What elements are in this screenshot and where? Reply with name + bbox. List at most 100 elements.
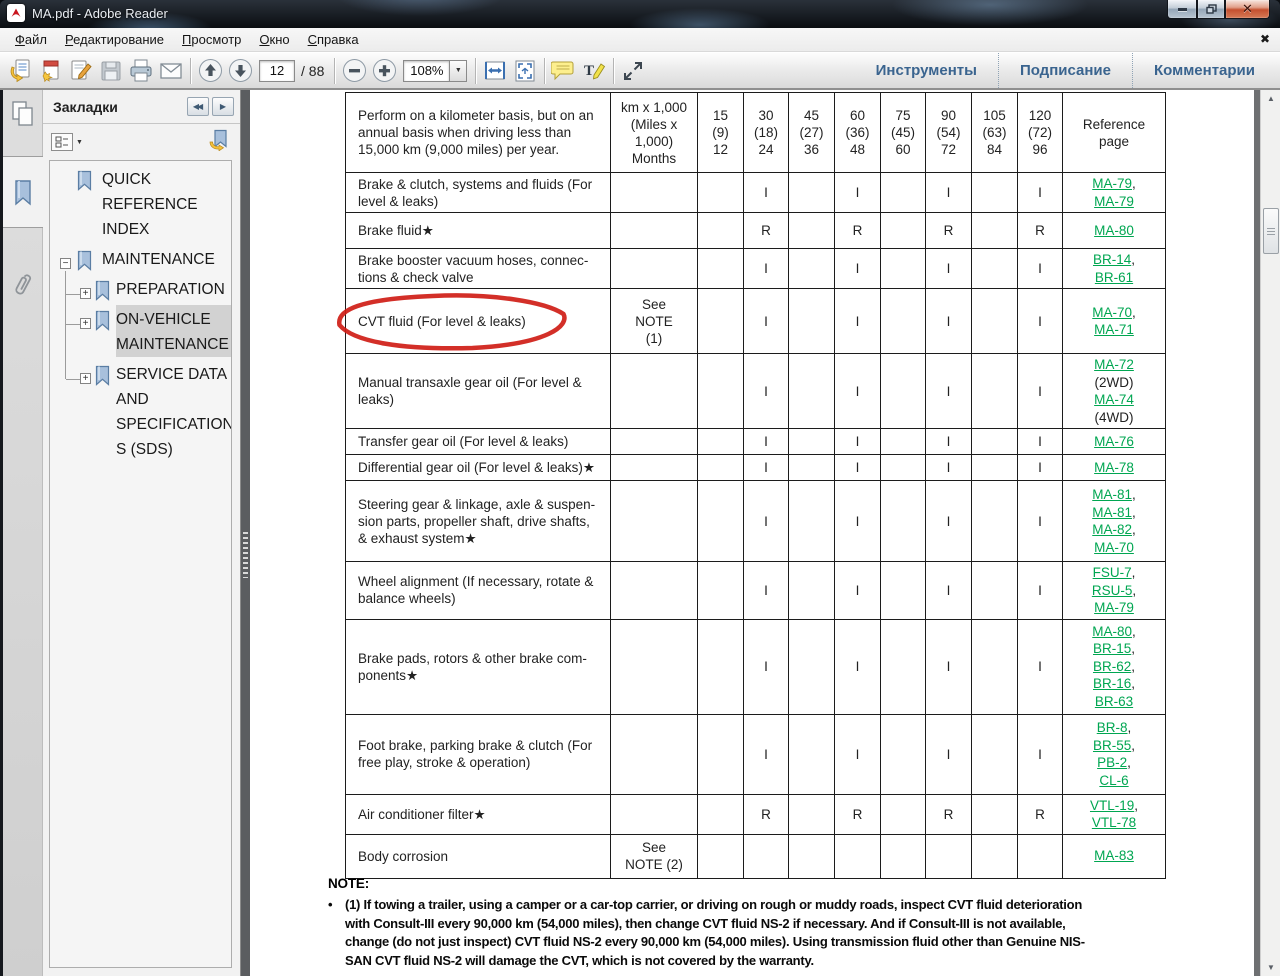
reference-link[interactable]: MA-81 [1092, 505, 1132, 520]
menu-4[interactable]: Окно [250, 29, 298, 50]
reference-link[interactable]: BR-55 [1093, 738, 1131, 753]
reference-link[interactable]: MA-70 [1092, 305, 1132, 320]
reference-link[interactable]: MA-71 [1094, 322, 1134, 337]
reference-link[interactable]: MA-70 [1094, 540, 1134, 555]
header-interval-column: 75 (45) 60 [881, 93, 926, 173]
expander-plus-icon[interactable]: + [80, 318, 91, 329]
highlight-text-button[interactable]: T [579, 56, 609, 86]
bookmark-item[interactable]: − MAINTENANCE [50, 245, 231, 272]
collapse-panel-button[interactable]: ◀◀ [187, 97, 209, 116]
reference-link[interactable]: MA-78 [1094, 460, 1134, 475]
reference-link[interactable]: BR-14 [1093, 252, 1131, 267]
toolbar-tab-1[interactable]: Инструменты [855, 53, 998, 88]
expander-minus-icon[interactable]: − [60, 258, 71, 269]
scrollbar-thumb[interactable] [1263, 208, 1279, 254]
reference-link[interactable]: MA-81 [1092, 487, 1132, 502]
bookmarks-panel-button[interactable] [3, 156, 43, 228]
toolbar-tab-3[interactable]: Комментарии [1132, 53, 1276, 88]
reference-link[interactable]: BR-62 [1093, 659, 1131, 674]
mark-cell: R [1018, 794, 1063, 834]
bookmark-label[interactable]: PREPARATION [116, 275, 232, 302]
reference-link[interactable]: CL-6 [1099, 773, 1128, 788]
reference-link[interactable]: MA-80 [1092, 624, 1132, 639]
table-row: Transfer gear oil (For level & leaks)III… [346, 429, 1166, 455]
mark-cell [972, 619, 1018, 714]
note-section: NOTE: •(1) If towing a trailer, using a … [300, 876, 1160, 976]
reference-cell: FSU-7,RSU-5,MA-79 [1063, 562, 1166, 620]
expander-plus-icon[interactable]: + [80, 288, 91, 299]
bookmark-options-button[interactable]: ▼ [51, 133, 83, 151]
new-bookmark-button[interactable] [208, 129, 230, 156]
bookmark-label[interactable]: MAINTENANCE [102, 245, 232, 272]
bookmark-label[interactable]: ON-VEHICLE MAINTENANCE [116, 305, 232, 357]
scroll-down-icon[interactable]: ▼ [1261, 959, 1280, 976]
sign-button[interactable] [66, 56, 96, 86]
reference-link[interactable]: BR-61 [1095, 270, 1133, 285]
mark-cell: I [1018, 481, 1063, 562]
reference-link[interactable]: MA-79 [1094, 194, 1134, 209]
reference-link[interactable]: MA-79 [1094, 600, 1134, 615]
reference-link[interactable]: BR-63 [1095, 694, 1133, 709]
bookmark-item[interactable]: + PREPARATION [50, 275, 231, 302]
print-button[interactable] [126, 56, 156, 86]
page-thumbnails-button[interactable] [3, 90, 43, 134]
restore-button[interactable] [1197, 0, 1225, 19]
fullscreen-button[interactable] [618, 56, 648, 86]
reference-link[interactable]: FSU-7 [1093, 565, 1132, 580]
reference-link[interactable]: MA-74 [1094, 392, 1134, 407]
bookmark-label[interactable]: QUICK REFERENCE INDEX [102, 165, 232, 242]
reference-separator: , [1132, 522, 1136, 537]
reference-link[interactable]: BR-15 [1093, 641, 1131, 656]
menu-5[interactable]: Справка [299, 29, 368, 50]
attachments-panel-button[interactable] [3, 262, 43, 310]
bookmark-label[interactable]: SERVICE DATA AND SPECIFICATION S (SDS) [116, 360, 232, 462]
panel-splitter[interactable] [240, 90, 250, 976]
vertical-scrollbar[interactable]: ▲ ▼ [1260, 90, 1280, 976]
reference-cell: MA-76 [1063, 429, 1166, 455]
reference-link[interactable]: VTL-19 [1090, 798, 1134, 813]
fit-width-button[interactable] [480, 56, 510, 86]
previous-page-button[interactable] [195, 56, 225, 86]
zoom-out-button[interactable] [339, 56, 369, 86]
reference-link[interactable]: RSU-5 [1092, 583, 1133, 598]
reference-link[interactable]: BR-16 [1093, 676, 1131, 691]
reference-link[interactable]: MA-79 [1092, 176, 1132, 191]
bookmark-item[interactable]: + ON-VEHICLE MAINTENANCE [50, 305, 231, 357]
mark-cell [972, 455, 1018, 481]
table-header-row: Perform on a kilometer basis, but on an … [346, 93, 1166, 173]
zoom-in-button[interactable] [369, 56, 399, 86]
reference-link[interactable]: PB-2 [1097, 755, 1127, 770]
mark-cell: I [926, 455, 972, 481]
email-button[interactable] [156, 56, 186, 86]
toolbar-tab-2[interactable]: Подписание [998, 53, 1132, 88]
next-page-button[interactable] [225, 56, 255, 86]
reference-link[interactable]: MA-82 [1092, 522, 1132, 537]
zoom-level-input[interactable]: 108% [403, 60, 449, 82]
reference-link[interactable]: MA-83 [1094, 848, 1134, 863]
save-button[interactable] [96, 56, 126, 86]
reference-link[interactable]: MA-72 [1094, 357, 1134, 372]
reference-line: BR-16, [1067, 675, 1161, 693]
bookmark-item[interactable]: + SERVICE DATA AND SPECIFICATION S (SDS) [50, 360, 231, 462]
expand-panel-button[interactable]: ▶ [212, 97, 234, 116]
menubar-close-icon[interactable]: ✖ [1260, 32, 1270, 46]
menu-2[interactable]: Редактирование [56, 29, 173, 50]
open-file-button[interactable] [6, 56, 36, 86]
zoom-in-icon [371, 57, 398, 84]
close-button[interactable]: ✕ [1225, 0, 1270, 19]
page-number-input[interactable]: 12 [259, 60, 295, 82]
reference-link[interactable]: MA-76 [1094, 434, 1134, 449]
reference-link[interactable]: BR-8 [1097, 720, 1128, 735]
bookmark-item[interactable]: QUICK REFERENCE INDEX [50, 165, 231, 242]
reference-link[interactable]: MA-80 [1094, 223, 1134, 238]
reference-link[interactable]: VTL-78 [1092, 815, 1136, 830]
add-comment-button[interactable] [549, 56, 579, 86]
expander-plus-icon[interactable]: + [80, 373, 91, 384]
zoom-dropdown-button[interactable]: ▼ [449, 60, 467, 82]
create-pdf-button[interactable] [36, 56, 66, 86]
fit-page-button[interactable] [510, 56, 540, 86]
scroll-up-icon[interactable]: ▲ [1261, 90, 1280, 107]
minimize-button[interactable] [1167, 0, 1197, 19]
menu-1[interactable]: Файл [6, 29, 56, 50]
menu-3[interactable]: Просмотр [173, 29, 250, 50]
